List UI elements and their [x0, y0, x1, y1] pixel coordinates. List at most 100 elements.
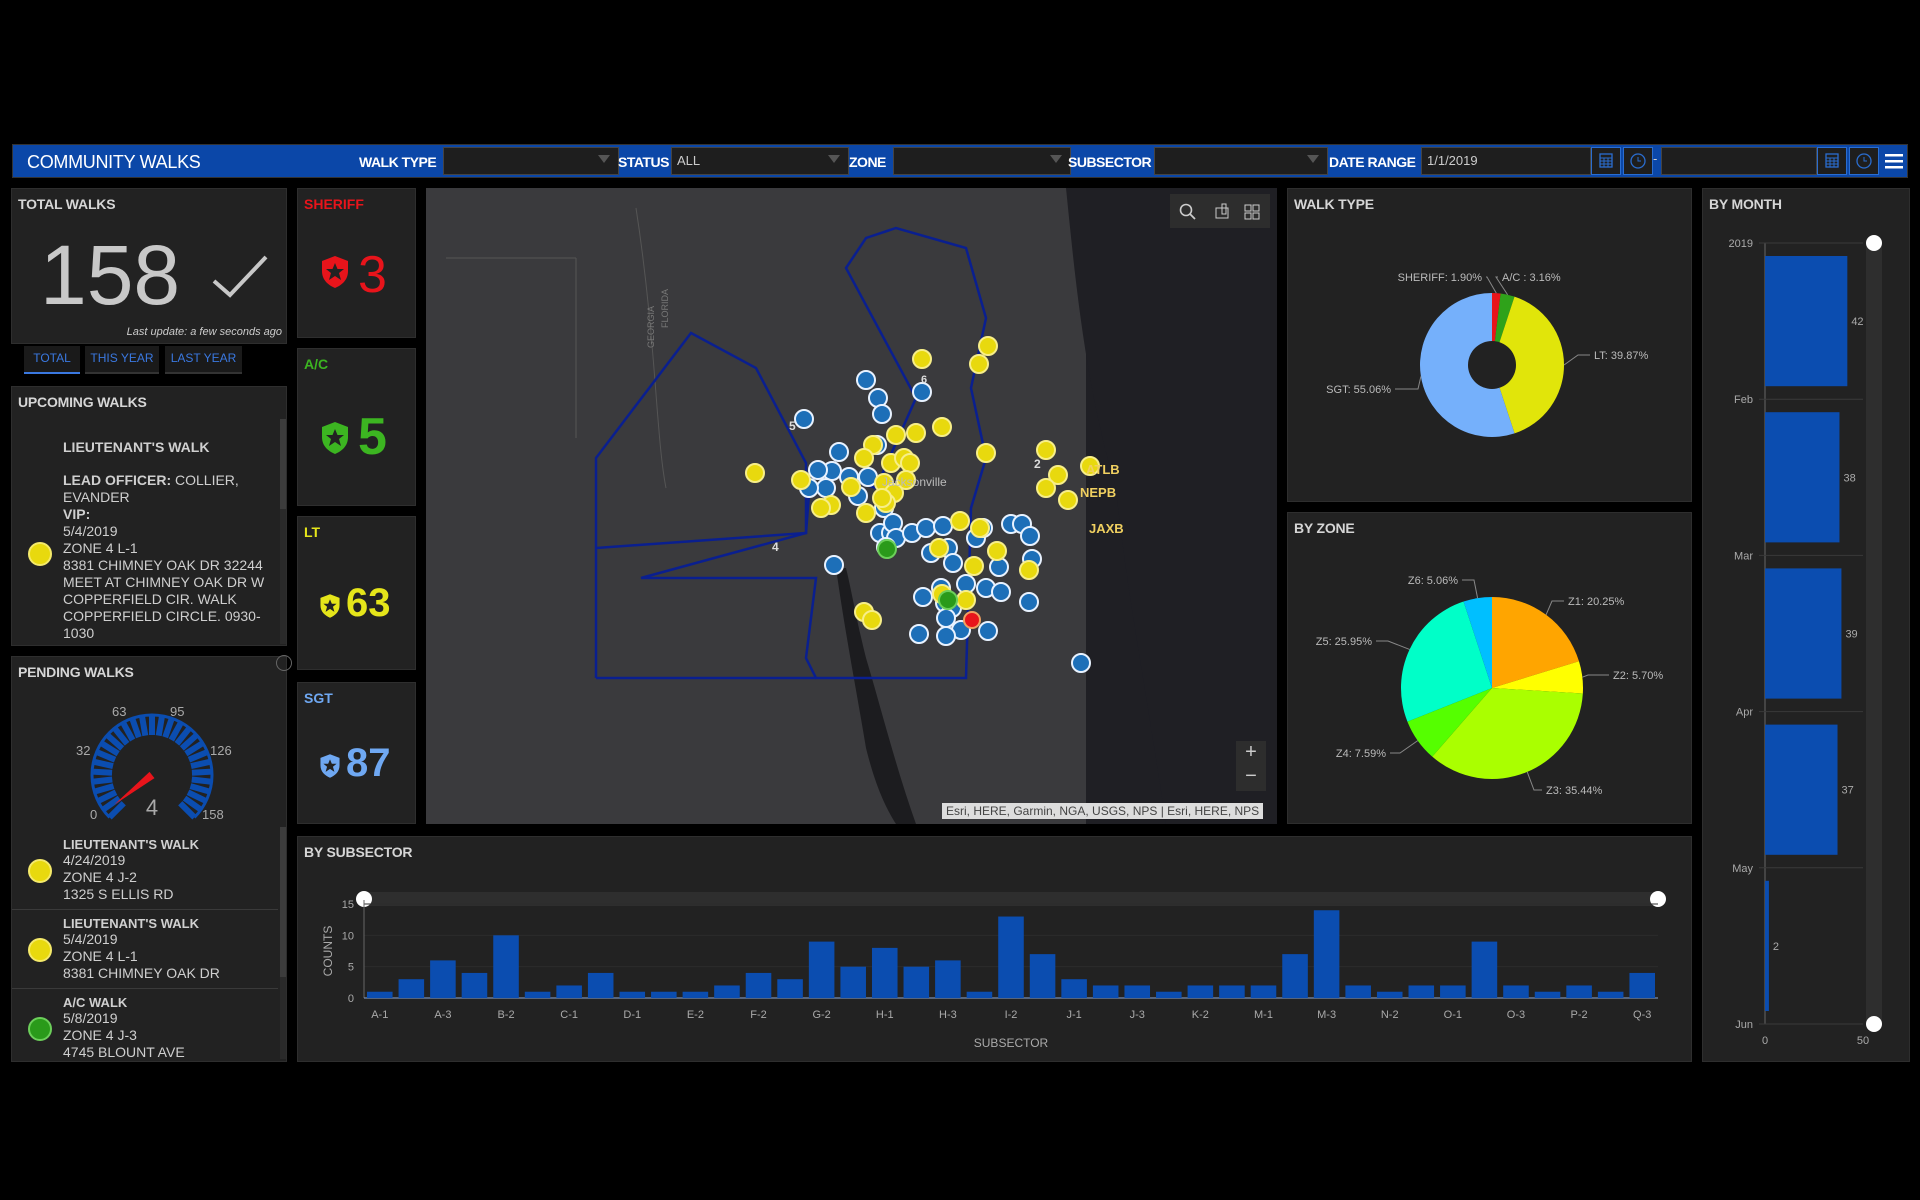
upcoming-walk-item[interactable]: LIEUTENANT'S WALK LEAD OFFICER: COLLIER,… — [63, 439, 278, 642]
lt-walk-marker[interactable] — [950, 511, 970, 531]
bar-F-3[interactable] — [777, 979, 803, 998]
lt-walk-marker[interactable] — [745, 463, 765, 483]
bar-B-3[interactable] — [524, 991, 551, 998]
lt-walk-marker[interactable] — [976, 443, 996, 463]
sgt-walk-marker[interactable] — [978, 621, 998, 641]
bar-J-2[interactable] — [1092, 985, 1119, 998]
lt-walk-marker[interactable] — [932, 417, 952, 437]
lt-walk-marker[interactable] — [987, 541, 1007, 561]
bar-A-1[interactable] — [367, 991, 393, 998]
bar-G-3[interactable] — [840, 966, 866, 998]
bar-jan-2019[interactable] — [1765, 256, 1848, 387]
bar-A-3[interactable] — [430, 960, 456, 998]
lt-walk-marker[interactable] — [854, 448, 874, 468]
search-icon[interactable] — [1178, 202, 1198, 222]
bar-Q-3[interactable] — [1629, 972, 1655, 998]
bar-H-2[interactable] — [903, 966, 930, 998]
sgt-walk-marker[interactable] — [808, 460, 828, 480]
bar-mar[interactable] — [1765, 568, 1842, 699]
sgt-walk-marker[interactable] — [936, 626, 956, 646]
sgt-walk-marker[interactable] — [1019, 592, 1039, 612]
clock-button[interactable] — [1623, 147, 1653, 175]
lt-walk-marker[interactable] — [906, 423, 926, 443]
zone-select[interactable] — [893, 147, 1071, 175]
upcoming-scrollbar-thumb[interactable] — [280, 419, 286, 509]
bar-E-2[interactable] — [682, 991, 709, 998]
sgt-walk-marker[interactable] — [933, 516, 953, 536]
date-end-input[interactable] — [1661, 147, 1817, 175]
range-slider-handle-right[interactable] — [1650, 891, 1666, 907]
range-slider-handle-top[interactable] — [1866, 235, 1882, 251]
pending-walk-item[interactable]: LIEUTENANT'S WALK 5/4/2019 ZONE 4 L-1 83… — [12, 910, 278, 989]
bar-D-2[interactable] — [651, 991, 677, 998]
bar-J-3[interactable] — [1124, 985, 1151, 998]
range-slider-track[interactable] — [1866, 243, 1882, 1024]
bar-H-4[interactable] — [966, 991, 993, 998]
bar-N-3[interactable] — [1408, 985, 1435, 998]
bar-K-3[interactable] — [1219, 985, 1245, 998]
lt-walk-marker[interactable] — [978, 336, 998, 356]
bar-M-1[interactable] — [1250, 985, 1277, 998]
bar-may[interactable] — [1765, 880, 1769, 1011]
sgt-walk-marker[interactable] — [916, 518, 936, 538]
sgt-walk-marker[interactable] — [816, 478, 836, 498]
lt-walk-marker[interactable] — [856, 503, 876, 523]
lt-walk-marker[interactable] — [912, 349, 932, 369]
range-slider-handle-bottom[interactable] — [1866, 1016, 1882, 1032]
bar-C-2[interactable] — [587, 972, 614, 998]
bar-C-1[interactable] — [556, 985, 582, 998]
sgt-walk-marker[interactable] — [936, 608, 956, 628]
sgt-walk-marker[interactable] — [913, 587, 933, 607]
expand-icon[interactable] — [276, 655, 292, 671]
bar-P-3[interactable] — [1597, 991, 1624, 998]
bar-apr[interactable] — [1765, 724, 1838, 855]
bar-H-3[interactable] — [935, 960, 961, 998]
bar-feb[interactable] — [1765, 412, 1840, 543]
walk-type-select[interactable] — [443, 147, 619, 175]
bar-P-2[interactable] — [1566, 985, 1592, 998]
status-select[interactable]: ALL — [671, 147, 849, 175]
bar-A-2[interactable] — [398, 979, 425, 998]
zoom-out-button[interactable]: − — [1236, 765, 1266, 789]
lt-walk-marker[interactable] — [1058, 490, 1078, 510]
sgt-walk-marker[interactable] — [856, 370, 876, 390]
bar-G-2[interactable] — [808, 941, 835, 998]
map-canvas[interactable]: 6 5 4 2 ATLB NEPB JAXB Jacksonville GEOR… — [426, 188, 1277, 824]
sgt-walk-marker[interactable] — [829, 442, 849, 462]
bar-A-4[interactable] — [461, 972, 488, 998]
bar-M-3[interactable] — [1313, 910, 1340, 998]
clock-button-end[interactable] — [1849, 147, 1879, 175]
lt-walk-marker[interactable] — [964, 556, 984, 576]
sgt-walk-marker[interactable] — [824, 555, 844, 575]
bar-N-1[interactable] — [1345, 985, 1371, 998]
bar-N-2[interactable] — [1376, 991, 1403, 998]
subsector-select[interactable] — [1154, 147, 1328, 175]
bar-O-2[interactable] — [1471, 941, 1498, 998]
sheriff-walk-marker[interactable] — [963, 611, 981, 629]
lt-walk-marker[interactable] — [1019, 560, 1039, 580]
bar-H-1[interactable] — [871, 947, 898, 998]
bar-I-2[interactable] — [998, 916, 1024, 998]
lt-walk-marker[interactable] — [886, 425, 906, 445]
lt-walk-marker[interactable] — [811, 498, 831, 518]
sgt-walk-marker[interactable] — [1071, 653, 1091, 673]
tab-last-year[interactable]: LAST YEAR — [165, 346, 242, 374]
sgt-walk-marker[interactable] — [872, 404, 892, 424]
sgt-walk-marker[interactable] — [794, 409, 814, 429]
lt-walk-marker[interactable] — [1036, 478, 1056, 498]
ac-walk-marker[interactable] — [877, 539, 897, 559]
lt-walk-marker[interactable] — [791, 470, 811, 490]
lt-walk-marker[interactable] — [970, 518, 990, 538]
bar-P-1[interactable] — [1534, 991, 1561, 998]
bar-O-3[interactable] — [1503, 985, 1529, 998]
bar-D-1[interactable] — [619, 991, 646, 998]
bar-E-3[interactable] — [714, 985, 740, 998]
lt-walk-marker[interactable] — [862, 610, 882, 630]
legend-icon[interactable] — [1212, 202, 1232, 222]
lt-walk-marker[interactable] — [969, 354, 989, 374]
ac-walk-marker[interactable] — [938, 590, 958, 610]
menu-button[interactable] — [1881, 147, 1907, 175]
date-start-input[interactable]: 1/1/2019 — [1421, 147, 1591, 175]
lt-walk-marker[interactable] — [929, 538, 949, 558]
sgt-walk-marker[interactable] — [991, 582, 1011, 602]
